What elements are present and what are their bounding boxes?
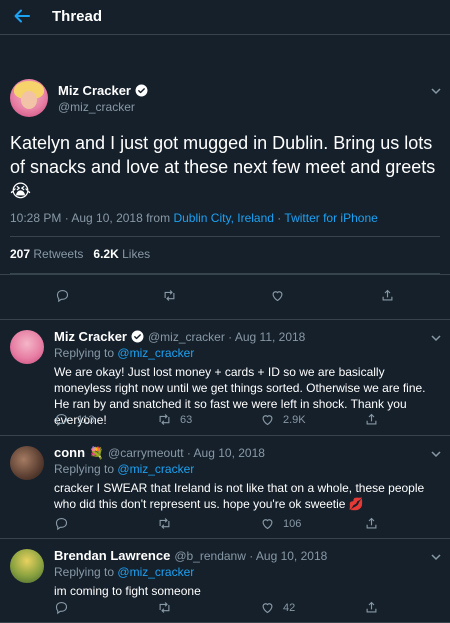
share-button[interactable]	[364, 412, 379, 427]
like-button[interactable]	[270, 288, 285, 303]
reply-text: im coming to fight someone	[54, 584, 201, 598]
author-handle[interactable]: @carrymeoutt · Aug 10, 2018	[108, 446, 265, 460]
share-button[interactable]	[380, 288, 395, 303]
author-handle[interactable]: @miz_cracker	[58, 100, 135, 114]
chevron-down-icon[interactable]	[430, 85, 442, 97]
like-button[interactable]: 106	[260, 516, 301, 531]
reply-button[interactable]	[55, 288, 70, 303]
avatar[interactable]	[10, 446, 44, 480]
share-icon	[366, 601, 377, 613]
retweet-icon	[164, 290, 175, 301]
page-title: Thread	[52, 8, 103, 25]
heart-icon	[272, 291, 283, 302]
top-bar: Thread	[0, 0, 450, 35]
heart-icon	[262, 519, 273, 530]
kiss-emoji: 💋	[348, 497, 364, 511]
reply-icon	[56, 289, 69, 303]
divider	[10, 236, 440, 237]
heart-icon	[262, 415, 273, 426]
avatar[interactable]	[10, 79, 48, 117]
like-count: 2.9K	[283, 413, 306, 426]
replying-to: Replying to @miz_cracker	[54, 462, 195, 476]
reply-button[interactable]	[54, 516, 69, 531]
author-handle[interactable]: @miz_cracker · Aug 11, 2018	[148, 330, 305, 344]
bouquet-emoji: 💐	[89, 445, 105, 460]
tweet-meta: 10:28 PM · Aug 10, 2018 from Dublin City…	[10, 211, 378, 225]
divider	[10, 273, 440, 274]
author-name[interactable]: Miz Cracker	[54, 329, 127, 344]
retweet-button[interactable]: 63	[157, 412, 192, 427]
retweet-button[interactable]	[157, 516, 172, 531]
share-icon	[366, 517, 377, 529]
like-button[interactable]: 42	[260, 600, 295, 615]
share-button[interactable]	[364, 600, 379, 615]
avatar[interactable]	[10, 549, 44, 583]
retweet-button[interactable]	[162, 288, 177, 303]
tweet-text: Katelyn and I just got mugged in Dublin.…	[10, 133, 436, 201]
share-icon	[366, 413, 377, 425]
client-link[interactable]: Twitter for iPhone	[284, 211, 377, 225]
main-action-bar	[0, 275, 450, 320]
verified-icon	[131, 330, 144, 343]
likes-count[interactable]: 6.2K	[93, 247, 118, 261]
tweet-stats: 207 Retweets 6.2K Likes	[10, 247, 151, 261]
reply-icon	[55, 601, 68, 615]
crying-face-emoji: 😭	[10, 181, 32, 201]
author-name[interactable]: conn	[54, 445, 85, 460]
retweet-icon	[159, 414, 170, 425]
reply-text: cracker I SWEAR that Ireland is not like…	[54, 481, 425, 511]
chevron-down-icon[interactable]	[430, 332, 442, 344]
author-name[interactable]: Brendan Lawrence	[54, 548, 170, 563]
retweet-count: 63	[180, 413, 193, 426]
replying-to: Replying to @miz_cracker	[54, 346, 195, 360]
reply-tweet[interactable]: conn 💐 @carrymeoutt · Aug 10, 2018 Reply…	[0, 436, 450, 539]
share-button[interactable]	[364, 516, 379, 531]
reply-tweet[interactable]: Brendan Lawrence @b_rendanw · Aug 10, 20…	[0, 539, 450, 623]
author-handle[interactable]: @b_rendanw · Aug 10, 2018	[174, 549, 327, 563]
reply-icon	[55, 517, 68, 531]
reply-button[interactable]: 113	[54, 412, 95, 427]
location-link[interactable]: Dublin City, Ireland	[173, 211, 274, 225]
retweet-icon	[159, 518, 170, 529]
reply-icon	[55, 413, 68, 427]
retweets-count[interactable]: 207	[10, 247, 30, 261]
reply-count: 113	[77, 413, 95, 426]
avatar[interactable]	[10, 330, 44, 364]
mention-link[interactable]: @miz_cracker	[117, 462, 194, 476]
retweet-icon	[159, 602, 170, 613]
main-tweet: Miz Cracker @miz_cracker Katelyn and I j…	[0, 35, 450, 275]
author-name[interactable]: Miz Cracker	[58, 83, 131, 98]
back-arrow-icon[interactable]	[12, 6, 32, 26]
verified-icon	[135, 84, 148, 97]
reply-button[interactable]	[54, 600, 69, 615]
like-count: 106	[283, 517, 302, 530]
reply-tweet[interactable]: Miz Cracker @miz_cracker · Aug 11, 2018 …	[0, 320, 450, 436]
chevron-down-icon[interactable]	[430, 551, 442, 563]
mention-link[interactable]: @miz_cracker	[117, 346, 194, 360]
share-icon	[382, 289, 393, 301]
like-count: 42	[283, 601, 296, 614]
chevron-down-icon[interactable]	[430, 448, 442, 460]
like-button[interactable]: 2.9K	[260, 412, 306, 427]
retweet-button[interactable]	[157, 600, 172, 615]
reply-text: We are okay! Just lost money + cards + I…	[54, 365, 426, 427]
heart-icon	[262, 603, 273, 614]
